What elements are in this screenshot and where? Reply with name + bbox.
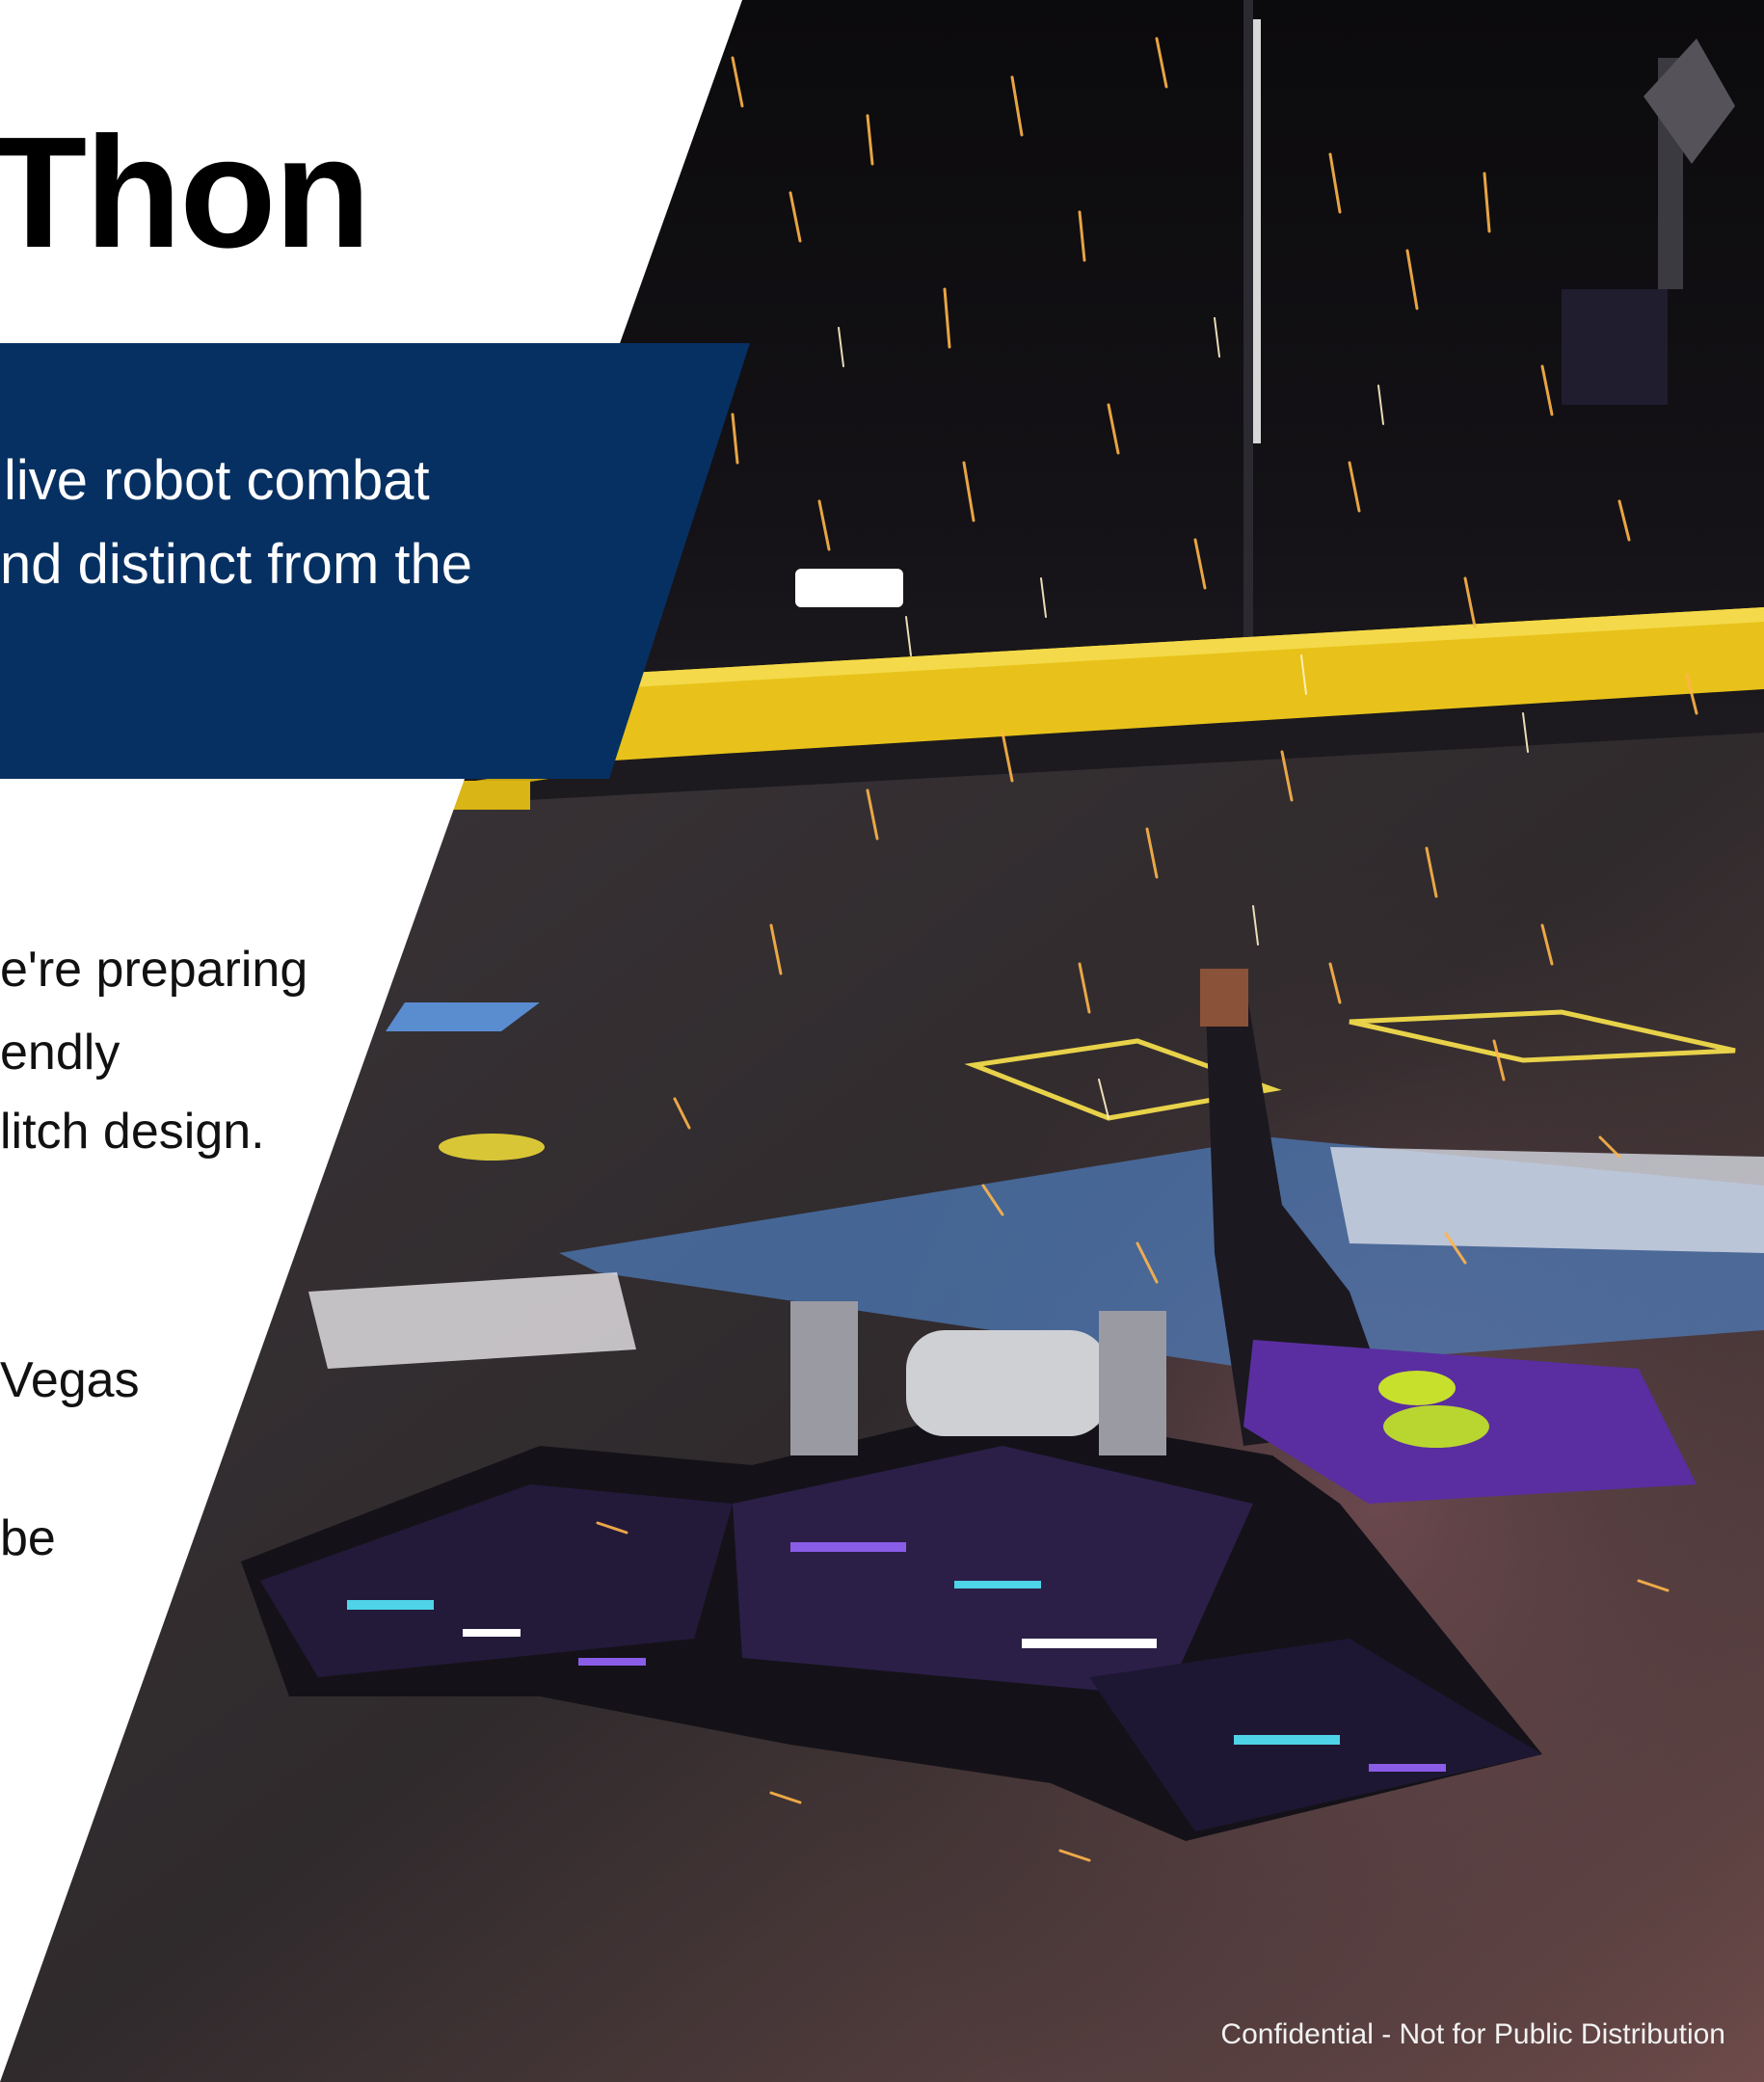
body-line-5: be — [0, 1510, 56, 1566]
body-line-4: Vegas — [0, 1352, 140, 1408]
body-line-3: litch design. — [0, 1104, 265, 1160]
body-line-2: endly — [0, 1025, 120, 1081]
banner-line-1: live robot combat — [4, 449, 430, 512]
slide: Thon live robot combat nd distinct from … — [0, 0, 1764, 2082]
banner-line-2: nd distinct from the — [0, 533, 472, 596]
text-panel — [0, 0, 1764, 2082]
page-title: Thon — [0, 104, 371, 280]
confidential-footer: Confidential - Not for Public Distributi… — [1220, 2018, 1725, 2050]
body-line-1: e're preparing — [0, 942, 308, 998]
